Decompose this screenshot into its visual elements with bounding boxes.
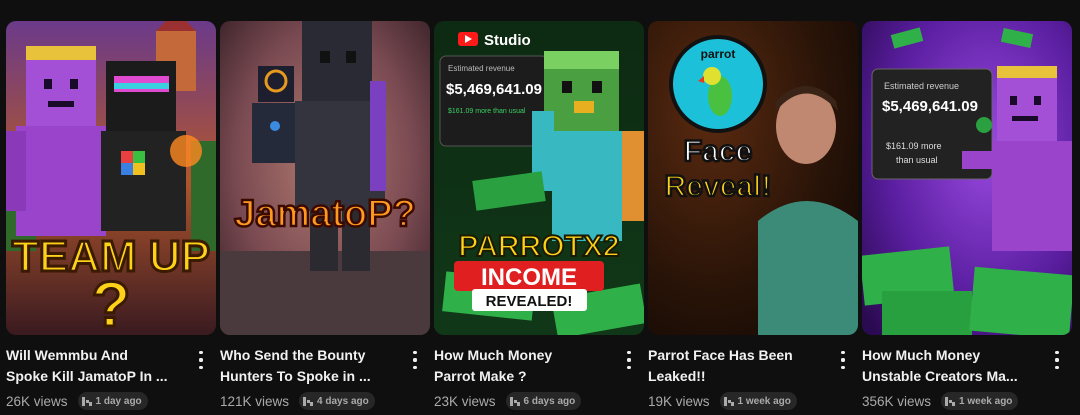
video-title[interactable]: Who Send the Bounty Hunters To Spoke in … <box>220 345 398 387</box>
video-thumbnail[interactable]: JamatoP? <box>220 21 430 335</box>
video-stats: 23K views 6 days ago <box>434 391 582 411</box>
svg-text:than usual: than usual <box>896 155 938 165</box>
thumb-text: JamatoP? <box>234 193 416 235</box>
video-stats: 356K views 1 week ago <box>862 391 1019 411</box>
age-badge: 1 day ago <box>77 392 148 410</box>
video-stats: 26K views 1 day ago <box>6 391 148 411</box>
svg-text:Estimated revenue: Estimated revenue <box>448 64 515 73</box>
video-title[interactable]: Will Wemmbu And Spoke Kill JamatoP In ..… <box>6 345 184 387</box>
svg-text:$5,469,641.09: $5,469,641.09 <box>882 98 978 115</box>
video-card[interactable]: JamatoP? Who Send the Bounty Hunters To … <box>220 21 430 415</box>
view-count: 121K views <box>220 393 290 409</box>
age-badge: 4 days ago <box>299 392 375 410</box>
age-badge: 6 days ago <box>505 392 582 410</box>
video-row: TEAM UP ? Will Wemmbu And Spoke Kill Jam… <box>0 0 1080 415</box>
more-vert-icon[interactable] <box>408 349 422 371</box>
trending-icon <box>945 396 956 406</box>
video-card[interactable]: Estimated revenue $5,469,641.09 $161.09 … <box>862 21 1072 415</box>
trending-icon <box>723 396 734 406</box>
svg-text:Studio: Studio <box>484 32 531 49</box>
more-vert-icon[interactable] <box>836 349 850 371</box>
video-card[interactable]: TEAM UP ? Will Wemmbu And Spoke Kill Jam… <box>6 21 216 415</box>
svg-text:$161.09 more than usual: $161.09 more than usual <box>448 108 526 115</box>
view-count: 23K views <box>434 393 496 409</box>
upload-age: 1 week ago <box>737 395 791 407</box>
view-count: 356K views <box>862 393 932 409</box>
video-title[interactable]: Parrot Face Has Been Leaked!! <box>648 345 826 387</box>
video-title[interactable]: How Much Money Parrot Make ? <box>434 345 612 387</box>
video-card[interactable]: parrot Face Reveal! Parrot Face Has Been… <box>648 21 858 415</box>
upload-age: 4 days ago <box>317 395 369 407</box>
thumb-text: PARROTX2 <box>458 230 619 263</box>
svg-text:?: ? <box>91 268 130 335</box>
view-count: 26K views <box>6 393 68 409</box>
more-vert-icon[interactable] <box>1050 349 1064 371</box>
upload-age: 6 days ago <box>523 395 576 407</box>
upload-age: 1 day ago <box>95 395 142 407</box>
svg-text:$161.09 more: $161.09 more <box>886 141 942 151</box>
video-thumbnail[interactable]: parrot Face Reveal! <box>648 21 858 335</box>
more-vert-icon[interactable] <box>194 349 208 371</box>
svg-text:$5,469,641.09: $5,469,641.09 <box>446 81 542 98</box>
svg-text:parrot: parrot <box>701 47 736 61</box>
svg-text:INCOME: INCOME <box>481 264 577 291</box>
age-badge: 1 week ago <box>719 392 797 410</box>
svg-text:Reveal!: Reveal! <box>665 170 772 203</box>
trending-icon <box>303 396 314 406</box>
video-thumbnail[interactable]: Studio Estimated revenue $5,469,641.09 $… <box>434 21 644 335</box>
more-vert-icon[interactable] <box>622 349 636 371</box>
video-stats: 19K views 1 week ago <box>648 391 797 411</box>
video-stats: 121K views 4 days ago <box>220 391 375 411</box>
age-badge: 1 week ago <box>941 392 1019 410</box>
view-count: 19K views <box>648 393 710 409</box>
video-title[interactable]: How Much Money Unstable Creators Ma... <box>862 345 1040 387</box>
video-card[interactable]: Studio Estimated revenue $5,469,641.09 $… <box>434 21 644 415</box>
thumb-text: Face <box>684 135 752 168</box>
svg-text:Estimated revenue: Estimated revenue <box>884 81 959 91</box>
upload-age: 1 week ago <box>959 395 1013 407</box>
trending-icon <box>81 396 92 406</box>
video-thumbnail[interactable]: TEAM UP ? <box>6 21 216 335</box>
trending-icon <box>509 396 520 406</box>
video-thumbnail[interactable]: Estimated revenue $5,469,641.09 $161.09 … <box>862 21 1072 335</box>
svg-text:REVEALED!: REVEALED! <box>486 293 573 310</box>
